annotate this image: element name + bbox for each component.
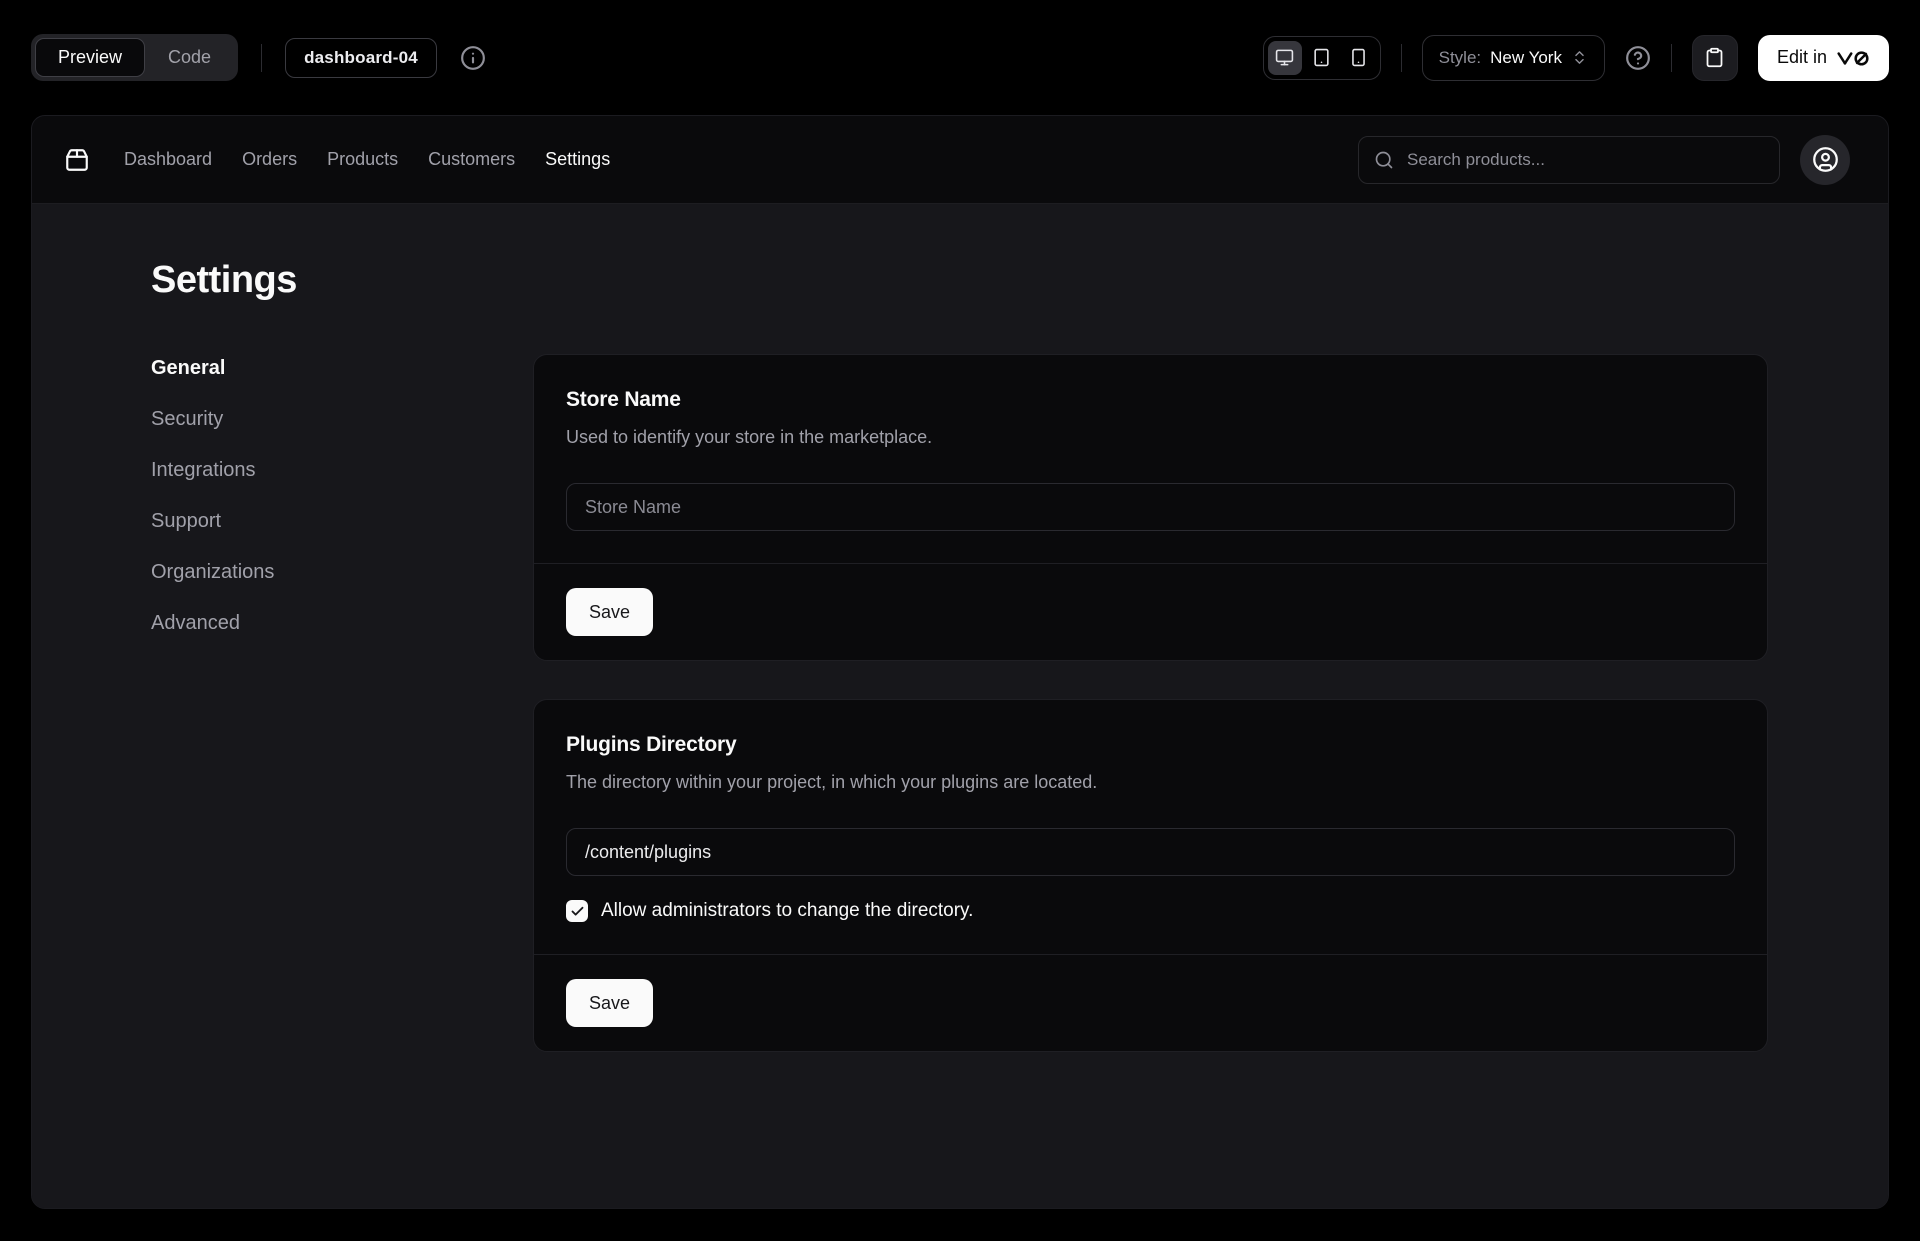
nav-item-products[interactable]: Products (327, 149, 398, 170)
search-icon (1374, 150, 1394, 170)
sidebar-item-integrations[interactable]: Integrations (151, 456, 443, 484)
nav-item-settings[interactable]: Settings (545, 149, 610, 170)
card-title: Plugins Directory (566, 732, 1735, 758)
v0-logo-icon (1836, 49, 1870, 67)
search-box (1358, 136, 1780, 184)
card-description: The directory within your project, in wh… (566, 770, 1735, 794)
allow-admins-checkbox[interactable] (566, 900, 588, 922)
sidebar-item-advanced[interactable]: Advanced (151, 609, 443, 637)
save-button[interactable]: Save (566, 979, 653, 1027)
style-select-label: Style: (1439, 48, 1482, 68)
settings-page: Settings General Security Integrations S… (32, 204, 1888, 1208)
v0-toolbar: Preview Code dashboard-04 Style: New Yor… (0, 0, 1920, 115)
search-input[interactable] (1407, 150, 1764, 170)
tablet-icon (1312, 48, 1331, 67)
mobile-view-button[interactable] (1342, 41, 1376, 75)
nav-item-orders[interactable]: Orders (242, 149, 297, 170)
sidebar-item-general[interactable]: General (151, 354, 443, 382)
chevrons-up-down-icon (1571, 49, 1588, 66)
desktop-view-button[interactable] (1268, 41, 1302, 75)
main-nav: Dashboard Orders Products Customers Sett… (124, 149, 610, 170)
edit-in-v0-label: Edit in (1777, 47, 1827, 68)
save-button[interactable]: Save (566, 588, 653, 636)
store-name-card: Store Name Used to identify your store i… (533, 354, 1768, 661)
sidebar-item-support[interactable]: Support (151, 507, 443, 535)
divider (261, 44, 262, 72)
help-icon[interactable] (1625, 45, 1651, 71)
device-toggle-group (1263, 36, 1381, 80)
style-select[interactable]: Style: New York (1422, 35, 1605, 81)
smartphone-icon (1349, 48, 1368, 67)
app-header: Dashboard Orders Products Customers Sett… (32, 116, 1888, 204)
sidebar-item-security[interactable]: Security (151, 405, 443, 433)
divider (1401, 44, 1402, 72)
package-icon[interactable] (64, 147, 90, 173)
copy-code-button[interactable] (1692, 35, 1738, 81)
store-name-input[interactable] (566, 483, 1735, 531)
page-title: Settings (151, 258, 1768, 302)
info-icon[interactable] (460, 45, 486, 71)
project-badge: dashboard-04 (285, 38, 437, 78)
nav-item-dashboard[interactable]: Dashboard (124, 149, 212, 170)
allow-admins-label[interactable]: Allow administrators to change the direc… (601, 900, 973, 922)
user-menu-button[interactable] (1800, 135, 1850, 185)
card-description: Used to identify your store in the marke… (566, 425, 1735, 449)
monitor-icon (1275, 48, 1294, 67)
nav-item-customers[interactable]: Customers (428, 149, 515, 170)
sidebar-item-organizations[interactable]: Organizations (151, 558, 443, 586)
preview-frame: Dashboard Orders Products Customers Sett… (31, 115, 1889, 1209)
check-icon (570, 904, 585, 919)
circle-user-icon (1812, 146, 1839, 173)
plugins-directory-card: Plugins Directory The directory within y… (533, 699, 1768, 1052)
edit-in-v0-button[interactable]: Edit in (1758, 35, 1889, 81)
tablet-view-button[interactable] (1305, 41, 1339, 75)
settings-sidebar: General Security Integrations Support Or… (151, 354, 443, 637)
clipboard-icon (1704, 47, 1725, 68)
view-toggle: Preview Code (31, 34, 238, 81)
allow-admins-row: Allow administrators to change the direc… (566, 900, 1735, 922)
plugins-directory-input[interactable] (566, 828, 1735, 876)
style-select-value: New York (1490, 48, 1562, 68)
tab-code[interactable]: Code (145, 38, 234, 77)
card-title: Store Name (566, 387, 1735, 413)
divider (1671, 44, 1672, 72)
tab-preview[interactable]: Preview (35, 38, 145, 77)
